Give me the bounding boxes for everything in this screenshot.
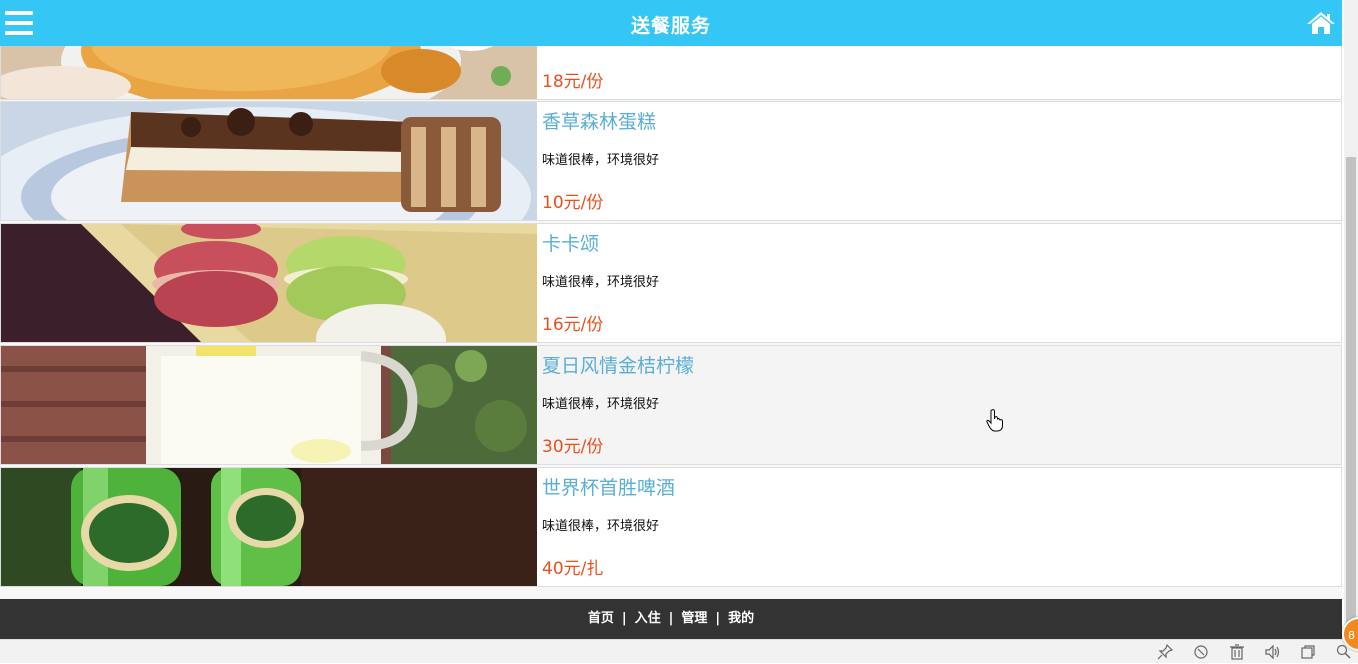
list-item[interactable]: 18元/份 (0, 46, 1342, 100)
pin-icon[interactable] (1157, 643, 1174, 660)
item-price: 10元/份 (542, 193, 604, 213)
item-description: 味道很棒，环境很好 (542, 275, 660, 290)
item-price: 40元/扎 (542, 559, 604, 579)
item-description: 味道很棒，环境很好 (542, 519, 660, 534)
item-price: 18元/份 (542, 72, 604, 92)
footer-separator: | (621, 611, 627, 626)
home-icon[interactable] (1306, 10, 1336, 36)
app-header: 送餐服务 (0, 0, 1342, 46)
trash-icon[interactable] (1229, 644, 1245, 660)
footer-link-checkin[interactable]: 入住 (627, 611, 669, 626)
green-bottles-photo (1, 468, 537, 586)
list-item[interactable]: 卡卡颂 味道很棒，环境很好 16元/份 (0, 223, 1342, 343)
list-item[interactable]: 世界杯首胜啤酒 味道很棒，环境很好 40元/扎 (0, 467, 1342, 587)
footer-link-home[interactable]: 首页 (580, 611, 622, 626)
lemonade-pitcher-photo (1, 346, 537, 464)
dish-list[interactable]: 18元/份 香草森林蛋糕 味道很棒，环境很好 10元/份 卡卡颂 味道很棒，环境… (0, 46, 1342, 599)
page-title: 送餐服务 (630, 15, 711, 37)
scrollbar-thumb[interactable] (1346, 157, 1356, 627)
item-description: 味道很棒，环境很好 (542, 153, 660, 168)
item-name[interactable]: 卡卡颂 (542, 229, 599, 256)
item-price: 30元/份 (542, 437, 604, 457)
item-name[interactable]: 香草森林蛋糕 (542, 107, 656, 134)
speaker-icon[interactable] (1264, 644, 1280, 660)
window-icon[interactable] (1300, 644, 1316, 660)
hand-cursor-icon (986, 409, 1006, 437)
tiramisu-cake-photo (1, 102, 537, 220)
browser-statusbar (0, 639, 1358, 663)
vertical-scrollbar[interactable] (1344, 0, 1358, 639)
cake-dessert-photo (1, 46, 537, 99)
item-name[interactable]: 世界杯首胜啤酒 (542, 473, 675, 500)
footer-link-manage[interactable]: 管理 (673, 611, 715, 626)
footer-nav: 首页 | 入住 | 管理 | 我的 (0, 599, 1342, 639)
item-price: 16元/份 (542, 315, 604, 335)
refresh-icon[interactable] (1193, 644, 1209, 660)
footer-link-mine[interactable]: 我的 (720, 611, 762, 626)
list-item[interactable]: 夏日风情金桔柠檬 味道很棒，环境很好 30元/份 (0, 345, 1342, 465)
list-item[interactable]: 香草森林蛋糕 味道很棒，环境很好 10元/份 (0, 101, 1342, 221)
item-description: 味道很棒，环境很好 (542, 397, 660, 412)
item-name[interactable]: 夏日风情金桔柠檬 (542, 351, 694, 378)
macarons-photo (1, 224, 537, 342)
